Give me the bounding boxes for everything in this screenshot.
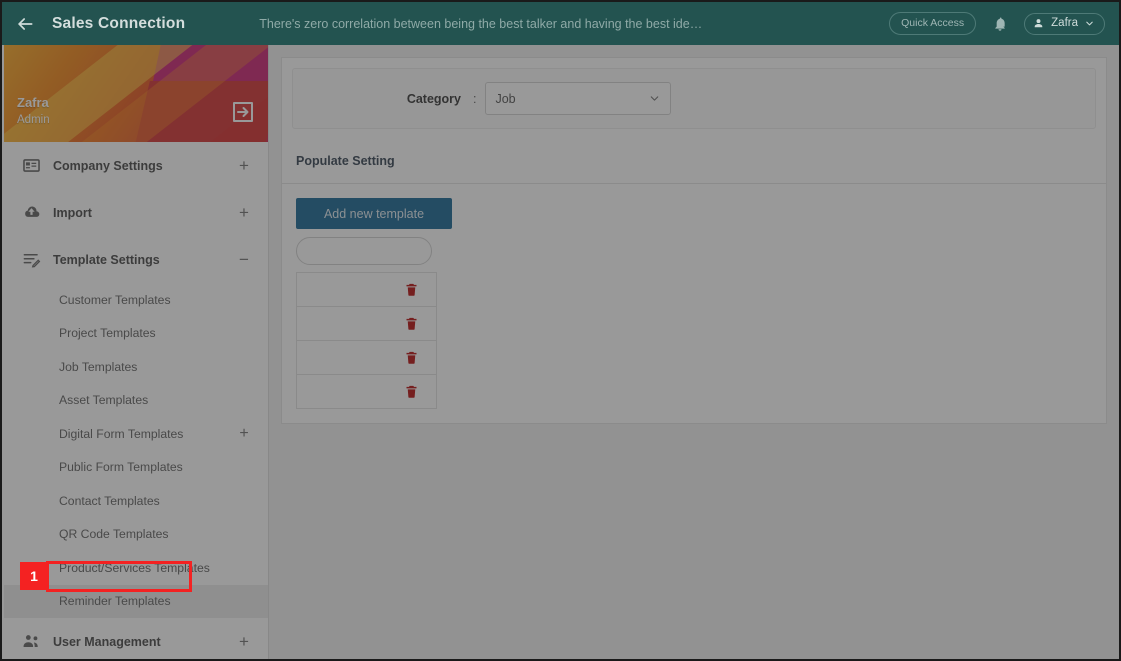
sidebar-item-project-templates[interactable]: Project Templates — [4, 317, 268, 351]
table-row[interactable] — [297, 374, 436, 408]
annotation-step-badge: 1 — [20, 562, 48, 590]
sidebar-item-contact-templates[interactable]: Contact Templates — [4, 484, 268, 518]
sidebar-subitem-label: Customer Templates — [59, 292, 171, 307]
sidebar-item-label: User Management — [53, 634, 161, 649]
expander-icon[interactable]: + — [237, 157, 251, 174]
sidebar-subitem-label: Public Form Templates — [59, 460, 183, 475]
sidebar-item-import[interactable]: Import + — [4, 189, 268, 236]
settings-card: Category : Job Populate Setting Add new … — [281, 57, 1107, 424]
category-selected-value: Job — [495, 91, 516, 106]
sidebar-item-customer-templates[interactable]: Customer Templates — [4, 283, 268, 317]
sidebar-item-label: Template Settings — [53, 252, 160, 267]
sidebar-item-job-templates[interactable]: Job Templates — [4, 350, 268, 384]
expander-icon[interactable]: − — [237, 251, 251, 268]
table-row[interactable] — [297, 340, 436, 374]
expander-icon[interactable]: + — [237, 633, 251, 650]
expander-icon[interactable]: + — [237, 425, 251, 443]
add-new-template-button[interactable]: Add new template — [296, 198, 452, 229]
category-filter-row: Category : Job — [282, 58, 1106, 139]
sidebar-item-user-management[interactable]: User Management + — [4, 618, 268, 659]
trash-icon[interactable] — [404, 383, 419, 400]
category-select[interactable]: Job — [485, 82, 672, 115]
sidebar-item-label: Company Settings — [53, 158, 163, 173]
table-row[interactable] — [297, 306, 436, 340]
content-top-spacer — [269, 45, 1119, 57]
sidebar-item-public-form-templates[interactable]: Public Form Templates — [4, 451, 268, 485]
quick-access-button[interactable]: Quick Access — [889, 12, 977, 35]
top-header-bar: Sales Connection There's zero correlatio… — [2, 2, 1119, 45]
search-input[interactable] — [296, 237, 432, 265]
logout-icon[interactable] — [231, 100, 255, 124]
category-inner-panel: Category : Job — [292, 68, 1096, 129]
company-settings-icon — [22, 156, 48, 175]
table-row[interactable] — [297, 272, 436, 306]
sidebar-item-label: Import — [53, 205, 92, 220]
section-title: Populate Setting — [296, 154, 395, 168]
chevron-down-icon — [1086, 21, 1093, 25]
sidebar-item-template-settings[interactable]: Template Settings − — [4, 236, 268, 283]
sidebar-item-asset-templates[interactable]: Asset Templates — [4, 384, 268, 418]
marquee-message: There's zero correlation between being t… — [259, 16, 703, 31]
trash-icon[interactable] — [404, 349, 419, 366]
trash-icon[interactable] — [404, 281, 419, 298]
expander-icon[interactable]: + — [237, 204, 251, 221]
profile-name: Zafra — [17, 95, 49, 110]
chevron-down-icon — [651, 96, 659, 101]
sidebar-subitem-label: Reminder Templates — [59, 594, 171, 609]
bell-icon[interactable] — [992, 16, 1008, 32]
template-settings-icon — [22, 250, 48, 269]
sidebar-item-company-settings[interactable]: Company Settings + — [4, 142, 268, 189]
sidebar-item-qr-code-templates[interactable]: QR Code Templates — [4, 518, 268, 552]
main-content-area: Category : Job Populate Setting Add new … — [269, 45, 1119, 659]
cloud-upload-icon — [22, 203, 48, 222]
category-label: Category — [406, 91, 461, 106]
sidebar-subitem-label: Contact Templates — [59, 493, 160, 508]
sidebar-subitem-label: QR Code Templates — [59, 527, 169, 542]
sidebar-subitem-label: Job Templates — [59, 359, 138, 374]
user-menu-button[interactable]: Zafra — [1024, 12, 1105, 35]
trash-icon[interactable] — [404, 315, 419, 332]
app-window: Sales Connection There's zero correlatio… — [0, 0, 1121, 661]
avatar-icon — [1034, 18, 1043, 27]
sidebar-subitem-label: Asset Templates — [59, 393, 149, 408]
profile-banner: Zafra Admin — [4, 45, 268, 142]
users-icon — [22, 632, 48, 651]
template-table — [296, 272, 437, 409]
annotation-highlight-box — [46, 561, 192, 592]
sidebar-item-digital-form-templates[interactable]: Digital Form Templates + — [4, 417, 268, 451]
category-colon: : — [473, 91, 477, 106]
profile-role: Admin — [17, 114, 50, 126]
sidebar-subitem-label: Digital Form Templates — [59, 426, 184, 441]
user-name-label: Zafra — [1051, 17, 1078, 29]
back-arrow-icon[interactable] — [2, 2, 48, 45]
template-list-panel: Add new template — [282, 183, 1106, 423]
app-brand-title: Sales Connection — [52, 14, 186, 32]
sidebar-subitem-label: Project Templates — [59, 326, 156, 341]
